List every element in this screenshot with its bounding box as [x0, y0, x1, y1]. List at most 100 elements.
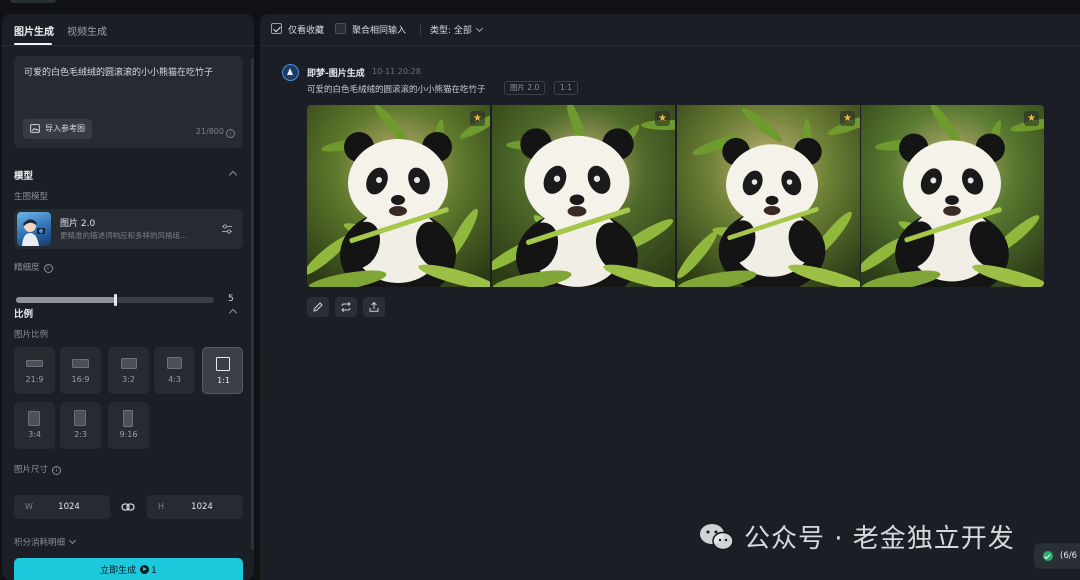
generated-image-2[interactable]: [492, 105, 675, 287]
prompt-input[interactable]: 可爱的白色毛绒绒的圆滚滚的小小熊猫在吃竹子 导入参考图 21/800 i: [14, 56, 243, 148]
regenerate-icon: [341, 301, 351, 313]
ratio-option-1-1[interactable]: 1:1: [202, 347, 243, 394]
model-settings-icon[interactable]: [220, 222, 234, 236]
image-import-icon: [30, 124, 40, 133]
width-value[interactable]: 1024: [14, 502, 124, 512]
info-icon[interactable]: i: [43, 264, 53, 273]
collapse-ratio-chevron-icon[interactable]: [228, 308, 238, 318]
ratio-3-4-icon: [28, 411, 40, 426]
precision-slider-handle[interactable]: [114, 294, 117, 306]
credits-label: 积分消耗明细: [14, 538, 66, 548]
collapse-model-chevron-icon[interactable]: [228, 170, 238, 180]
model-section-title: 模型: [14, 171, 34, 182]
ratio-option-2-3[interactable]: 2:3: [60, 402, 101, 449]
generated-image-3[interactable]: [677, 105, 860, 287]
generated-image-4[interactable]: [861, 105, 1044, 287]
watermark-text: 公众号 · 老金独立开发: [744, 524, 1015, 554]
precision-label-text: 精细度: [14, 263, 40, 273]
task-status-text: (6/6: [1060, 551, 1077, 561]
char-counter-text: 21/800: [195, 127, 224, 136]
panda-image: [307, 105, 490, 287]
panda-image: [492, 105, 675, 287]
favorites-only-label[interactable]: 仅看收藏: [288, 23, 324, 36]
filter-bar: 仅看收藏 聚合相同输入 类型: 全部: [260, 14, 1080, 46]
info-icon[interactable]: i: [52, 466, 62, 475]
height-value[interactable]: 1024: [147, 502, 254, 512]
filter-divider: [420, 24, 421, 35]
ratio-label: 3:4: [28, 430, 41, 439]
panda-image: [861, 105, 1044, 287]
ratio-section-title: 比例: [14, 309, 34, 320]
ratio-16-9-icon: [72, 359, 89, 368]
model-thumbnail-art: [22, 219, 45, 246]
type-filter-dropdown[interactable]: 类型: 全部: [430, 23, 483, 36]
width-input[interactable]: W 1024: [14, 495, 110, 519]
ratio-label: 1:1: [217, 376, 230, 385]
image-size-label: 图片尺寸 i: [14, 463, 62, 475]
ratio-21-9-icon: [26, 360, 43, 367]
favorite-star-icon[interactable]: [840, 111, 855, 126]
ratio-option-16-9[interactable]: 16:9: [60, 347, 101, 394]
ratio-sub-label: 图片比例: [14, 330, 49, 340]
ratio-option-3-4[interactable]: 3:4: [14, 402, 55, 449]
precision-value: 5: [228, 294, 234, 304]
record-prompt: 可爱的白色毛绒绒的圆滚滚的小小熊猫在吃竹子: [307, 85, 486, 95]
precision-slider[interactable]: [16, 294, 214, 306]
link-aspect-icon[interactable]: [121, 501, 135, 513]
generated-image-1[interactable]: [307, 105, 490, 287]
favorite-star-icon[interactable]: [470, 111, 485, 126]
ratio-tag: 1:1: [554, 81, 579, 95]
edit-icon: [313, 302, 323, 312]
type-filter-label: 类型: 全部: [430, 26, 472, 36]
model-name: 图片 2.0: [60, 219, 96, 229]
favorite-star-icon[interactable]: [1024, 111, 1039, 126]
ratio-3-2-icon: [121, 358, 137, 369]
left-panel: 图片生成 视频生成 可爱的白色毛绒绒的圆滚滚的小小熊猫在吃竹子 导入参考图 21…: [2, 14, 254, 580]
char-counter: 21/800 i: [196, 127, 235, 138]
info-icon[interactable]: i: [226, 129, 235, 138]
model-thumbnail: [17, 212, 51, 246]
dreamina-logo-icon: [282, 64, 299, 81]
ratio-label: 2:3: [74, 430, 87, 439]
active-tab-underline: [14, 43, 52, 45]
precision-label: 精细度 i: [14, 261, 53, 273]
import-reference-button[interactable]: 导入参考图: [23, 119, 92, 139]
model-selector[interactable]: 图片 2.0 更精准的描述词响应和多样的风格组…: [14, 209, 243, 249]
prompt-text[interactable]: 可爱的白色毛绒绒的圆滚滚的小小熊猫在吃竹子: [24, 66, 234, 80]
credit-icon: [140, 565, 150, 574]
ratio-label: 9:16: [119, 430, 138, 439]
favorite-star-icon[interactable]: [655, 111, 670, 126]
aggregate-inputs-label[interactable]: 聚合相同输入: [352, 23, 406, 36]
edit-button[interactable]: [307, 297, 329, 317]
results-panel: 仅看收藏 聚合相同输入 类型: 全部 即梦-图片生成 10-11 20:28 可…: [260, 14, 1080, 580]
ratio-option-4-3[interactable]: 4:3: [154, 347, 195, 394]
ratio-option-3-2[interactable]: 3:2: [108, 347, 149, 394]
ratio-label: 4:3: [168, 375, 181, 384]
model-tag: 图片 2.0: [504, 81, 546, 95]
top-tab-hint: [10, 0, 56, 3]
export-icon: [369, 301, 379, 312]
credits-detail-toggle[interactable]: 积分消耗明细: [14, 536, 77, 548]
ratio-label: 16:9: [71, 375, 90, 384]
ratio-option-21-9[interactable]: 21:9: [14, 347, 55, 394]
ratio-option-9-16[interactable]: 9:16: [108, 402, 149, 449]
tab-video-generation[interactable]: 视频生成: [67, 23, 107, 38]
task-status-pill[interactable]: (6/6: [1034, 543, 1080, 569]
success-check-icon: [1043, 551, 1053, 561]
wechat-logo-icon: [700, 524, 734, 551]
ratio-2-3-icon: [74, 410, 86, 426]
image-size-label-text: 图片尺寸: [14, 465, 49, 475]
left-panel-scrollbar[interactable]: [251, 58, 254, 550]
ratio-4-3-icon: [167, 357, 182, 369]
regenerate-button[interactable]: [335, 297, 357, 317]
ratio-1-1-icon: [216, 357, 230, 371]
model-description: 更精准的描述词响应和多样的风格组…: [60, 231, 188, 240]
record-timestamp: 10-11 20:28: [372, 67, 421, 76]
aggregate-inputs-checkbox[interactable]: [335, 23, 346, 34]
tab-image-generation[interactable]: 图片生成: [14, 23, 54, 38]
favorites-only-checkbox[interactable]: [271, 23, 282, 34]
height-input[interactable]: H 1024: [147, 495, 243, 519]
chevron-down-icon: [475, 24, 483, 33]
generate-button[interactable]: 立即生成 1: [14, 558, 243, 580]
export-button[interactable]: [363, 297, 385, 317]
